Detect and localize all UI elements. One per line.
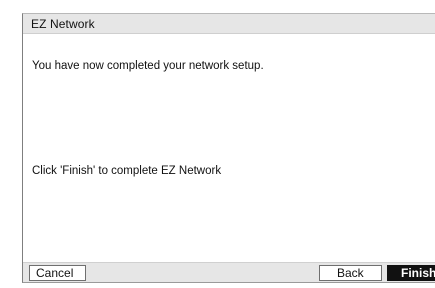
completion-message: You have now completed your network setu… bbox=[32, 60, 264, 72]
finish-instruction: Click 'Finish' to complete EZ Network bbox=[32, 165, 222, 177]
ez-network-dialog: EZ Network You have now completed your n… bbox=[22, 13, 435, 283]
back-button[interactable]: Back bbox=[319, 265, 382, 281]
dialog-footer: Cancel Back Finish bbox=[23, 262, 435, 282]
finish-button[interactable]: Finish bbox=[387, 265, 435, 281]
dialog-title-bar: EZ Network bbox=[23, 14, 435, 34]
cancel-button[interactable]: Cancel bbox=[29, 265, 86, 281]
dialog-title: EZ Network bbox=[31, 17, 95, 31]
